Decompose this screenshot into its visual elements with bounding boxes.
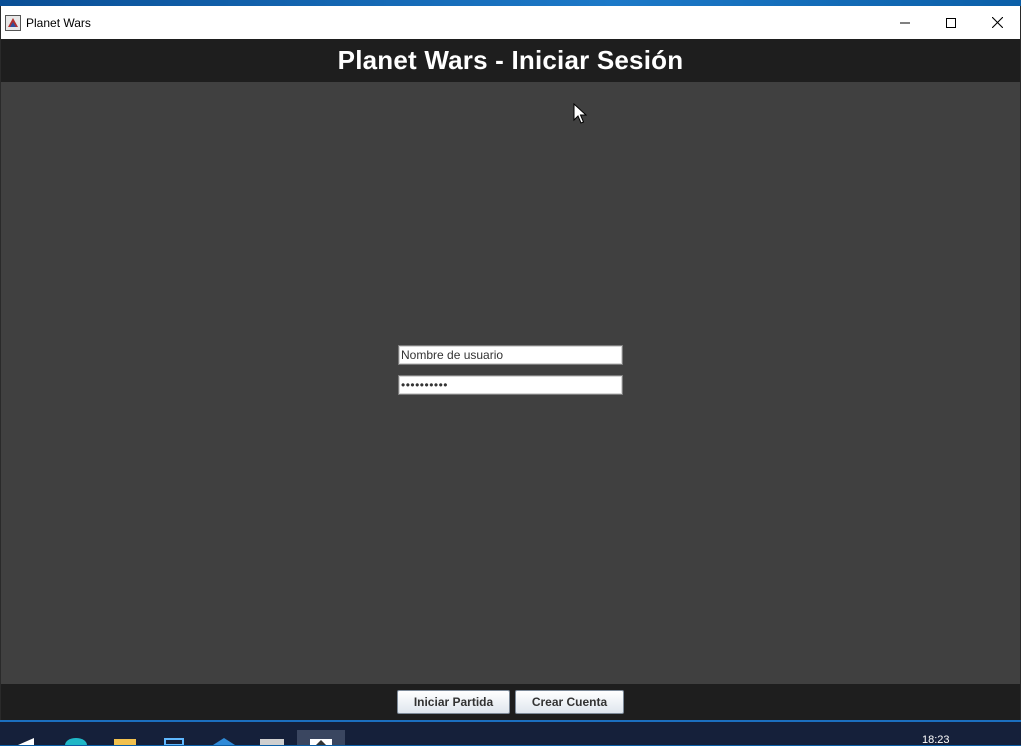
close-icon: [991, 17, 1003, 28]
folder-icon[interactable]: [114, 738, 136, 745]
code-editor-icon[interactable]: [213, 738, 235, 745]
java-taskbar-icon[interactable]: [310, 738, 332, 745]
start-icon[interactable]: [18, 738, 34, 745]
password-field[interactable]: ••••••••••: [398, 375, 623, 395]
username-field[interactable]: Nombre de usuario: [398, 345, 623, 365]
maximize-button[interactable]: [928, 6, 974, 39]
maximize-icon: [946, 17, 956, 28]
minimize-button[interactable]: [882, 6, 928, 39]
terminal-icon[interactable]: [260, 738, 284, 745]
login-panel: Nombre de usuario ••••••••••: [1, 82, 1020, 684]
close-button[interactable]: [974, 6, 1020, 39]
page-title: Planet Wars - Iniciar Sesión: [337, 45, 684, 75]
mouse-cursor-icon: [573, 103, 587, 124]
browser-icon[interactable]: [64, 738, 88, 745]
java-app-icon: [5, 15, 21, 31]
minimize-icon: [900, 22, 910, 23]
taskbar: 18:23: [0, 720, 1021, 746]
create-account-button[interactable]: Crear Cuenta: [515, 690, 624, 714]
app-window: Planet Wars Planet Wars - Iniciar Sesión…: [0, 6, 1021, 720]
window-title: Planet Wars: [26, 16, 91, 30]
button-bar: Iniciar Partida Crear Cuenta: [1, 684, 1020, 720]
window-controls: [882, 6, 1020, 39]
taskbar-clock[interactable]: 18:23: [922, 734, 950, 746]
start-game-button[interactable]: Iniciar Partida: [397, 690, 510, 714]
title-bar[interactable]: Planet Wars: [1, 6, 1020, 39]
page-header: Planet Wars - Iniciar Sesión: [1, 39, 1020, 82]
network-app-icon[interactable]: [163, 738, 185, 745]
